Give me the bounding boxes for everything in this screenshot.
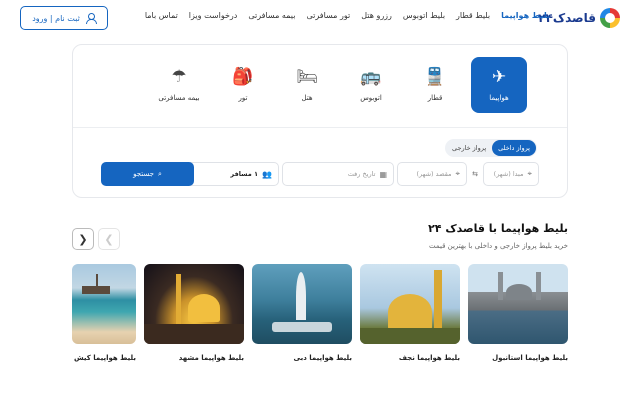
destination-label-istanbul[interactable]: بلیط هواپیما استانبول — [492, 354, 568, 362]
search-fields: ⌖ مبدا (شهر) ⇆ ⌖ مقصد (شهر) ▦ تاریخ رفت … — [183, 162, 539, 186]
toggle-domestic[interactable]: پرواز داخلی — [492, 140, 536, 156]
tab-train-label: قطار — [427, 94, 443, 102]
logo[interactable]: قاصدک۲۴ — [538, 8, 620, 28]
minaret — [536, 272, 541, 300]
calendar-icon: ▦ — [379, 169, 387, 179]
destination-card-kish[interactable] — [72, 264, 136, 344]
destination-placeholder: مقصد (شهر) — [416, 170, 452, 178]
nav-hotel-booking[interactable]: رزرو هتل — [361, 11, 392, 20]
carousel-next-button[interactable]: ❮ — [72, 228, 94, 250]
airplane-icon: ✈ — [491, 67, 507, 87]
departure-date-placeholder: تاریخ رفت — [347, 170, 376, 178]
chevron-right-icon: ❯ — [104, 232, 114, 246]
tab-hotel-label: هتل — [301, 94, 313, 102]
search-button[interactable]: ⌕ جستجو — [101, 162, 194, 186]
origin-field[interactable]: ⌖ مبدا (شهر) — [483, 162, 539, 186]
mosque-dome — [506, 284, 532, 300]
service-tabs: ✈ هواپیما 🚆 قطار 🚌 اتوبوس 🛏 هتل 🎒 تور ☂ … — [151, 57, 527, 113]
carousel-prev-button[interactable]: ❯ — [98, 228, 120, 250]
login-register-button[interactable]: ثبت نام | ورود — [20, 6, 108, 30]
main-nav: بلیط هواپیما بلیط قطار بلیط اتوبوس رزرو … — [145, 11, 550, 20]
card-divider — [73, 127, 567, 128]
nav-flight-tickets[interactable]: بلیط هواپیما — [501, 11, 550, 20]
destination-label-najaf[interactable]: بلیط هواپیما نجف — [399, 354, 460, 362]
destination-card-istanbul[interactable] — [468, 264, 568, 344]
destination-label-kish[interactable]: بلیط هواپیما کیش — [74, 354, 136, 362]
section-subtitle: خرید بلیط پرواز خارجی و داخلی با بهترین … — [429, 242, 568, 250]
logo-mark-icon — [600, 8, 620, 28]
flight-type-toggle: پرواز داخلی پرواز خارجی — [445, 139, 537, 157]
umbrella-icon: ☂ — [171, 67, 187, 87]
tab-airplane[interactable]: ✈ هواپیما — [471, 57, 527, 113]
train-icon: 🚆 — [424, 67, 446, 87]
location-pin-icon: ⌖ — [455, 169, 460, 178]
nav-tours[interactable]: تور مسافرتی — [306, 11, 350, 20]
departure-date-field[interactable]: ▦ تاریخ رفت — [282, 162, 394, 186]
nav-bus-tickets[interactable]: بلیط اتوبوس — [403, 11, 445, 20]
backpack-icon: 🎒 — [232, 67, 254, 87]
toggle-international[interactable]: پرواز خارجی — [446, 140, 492, 156]
origin-placeholder: مبدا (شهر) — [493, 170, 524, 178]
tab-airplane-label: هواپیما — [489, 94, 509, 102]
top-header: قاصدک۲۴ بلیط هواپیما بلیط قطار بلیط اتوب… — [0, 0, 640, 36]
trees — [360, 328, 460, 344]
search-icon: ⌕ — [157, 169, 162, 178]
burj-al-arab — [296, 272, 306, 320]
search-button-label: جستجو — [133, 170, 154, 178]
courtyard — [144, 324, 244, 344]
destination-card-najaf[interactable] — [360, 264, 460, 344]
island — [272, 322, 332, 332]
passengers-value: ۱ مسافر — [230, 170, 259, 178]
swap-icon[interactable]: ⇆ — [470, 162, 480, 186]
ship-mast — [96, 274, 98, 288]
tab-insurance[interactable]: ☂ بیمه مسافرتی — [151, 57, 207, 113]
nav-visa-request[interactable]: درخواست ویزا — [189, 11, 238, 20]
bus-icon: 🚌 — [360, 67, 382, 87]
section-title: بلیط هواپیما با قاصدک ۲۴ — [428, 222, 568, 235]
nav-train-tickets[interactable]: بلیط قطار — [456, 11, 490, 20]
tab-bus[interactable]: 🚌 اتوبوس — [343, 57, 399, 113]
destination-card-mashhad[interactable] — [144, 264, 244, 344]
destination-card-dubai[interactable] — [252, 264, 352, 344]
passengers-icon: 👥 — [262, 169, 272, 179]
bed-icon: 🛏 — [296, 67, 318, 87]
nav-contact-us[interactable]: تماس باما — [145, 11, 178, 20]
tab-bus-label: اتوبوس — [360, 94, 382, 102]
passengers-field[interactable]: 👥 ۱ مسافر — [183, 162, 279, 186]
location-pin-icon: ⌖ — [527, 169, 532, 178]
nav-travel-insurance[interactable]: بیمه مسافرتی — [248, 11, 295, 20]
tab-train[interactable]: 🚆 قطار — [407, 57, 463, 113]
tab-tour[interactable]: 🎒 تور — [215, 57, 271, 113]
user-icon — [85, 12, 97, 24]
chevron-left-icon: ❮ — [78, 232, 88, 246]
destination-field[interactable]: ⌖ مقصد (شهر) — [397, 162, 467, 186]
destination-label-dubai[interactable]: بلیط هواپیما دبی — [294, 354, 352, 362]
tab-tour-label: تور — [238, 94, 248, 102]
minaret — [498, 272, 503, 300]
golden-dome — [188, 294, 220, 322]
login-register-label: ثبت نام | ورود — [32, 13, 80, 23]
search-card: ✈ هواپیما 🚆 قطار 🚌 اتوبوس 🛏 هتل 🎒 تور ☂ … — [72, 44, 568, 198]
tab-insurance-label: بیمه مسافرتی — [158, 94, 200, 102]
golden-dome — [388, 294, 432, 330]
minaret — [434, 270, 442, 330]
destination-label-mashhad[interactable]: بلیط هواپیما مشهد — [179, 354, 244, 362]
tab-hotel[interactable]: 🛏 هتل — [279, 57, 335, 113]
